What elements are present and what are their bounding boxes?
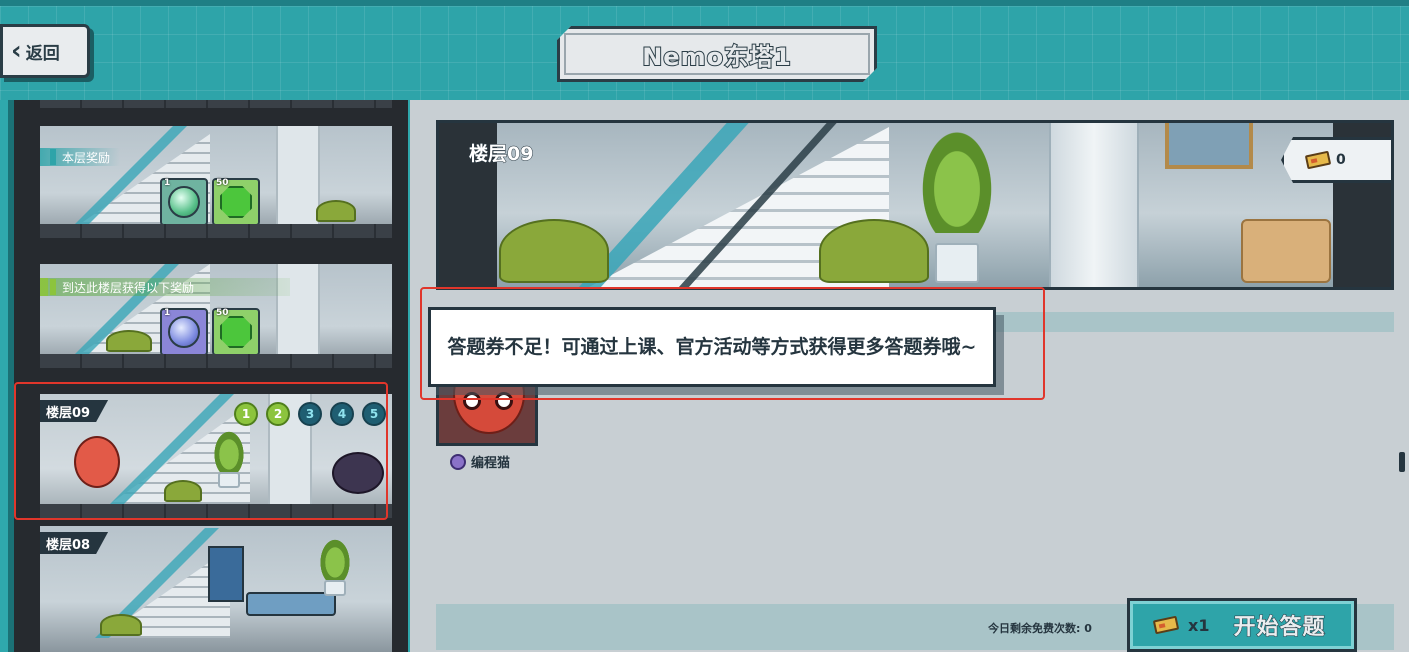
floor-09-tag: 楼层09 [40,400,108,422]
step-dot: 3 [298,402,322,426]
enemy-wolf-avatar [332,452,384,494]
start-cost: x1 [1188,615,1210,635]
vending-machine-decor [208,546,244,602]
reward-banner-label: 本层奖励 [62,150,111,165]
reward-item[interactable]: 1 [160,178,208,226]
floor-09[interactable]: 楼层09 1 2 3 4 5 [40,394,392,518]
tower-list[interactable]: 本层奖励 1 50 到达此楼层获得以下奖励 1 50 楼层09 1 2 3 4 … [8,100,408,652]
back-button[interactable]: ‹ 返回 [0,24,90,78]
reward-item[interactable]: 50 [212,308,260,356]
wall-picture-decor [1165,123,1253,169]
bush-decor [819,219,929,283]
reward-banner: 本层奖励 [40,148,121,166]
orb-helmet-icon [168,186,200,218]
plant-decor [917,123,997,283]
free-attempts-text: 今日剩余免费次数: 0 [988,622,1092,635]
plant-decor [212,428,246,488]
ticket-counter: 0 [1281,137,1391,183]
chevron-left-icon: ‹ [11,36,22,66]
floor-reach[interactable]: 到达此楼层获得以下奖励 1 50 [40,264,392,368]
character-label: 编程猫 [450,452,510,471]
bush-decor [164,480,202,502]
step-dot: 5 [362,402,386,426]
floor-scene: 楼层09 0 [436,120,1394,290]
bush-decor [106,330,152,352]
step-dot: 1 [234,402,258,426]
player-cat-avatar [74,436,120,488]
toast-message: 答题券不足！可通过上课、官方活动等方式获得更多答题券哦~ [447,336,977,358]
floor-08[interactable]: 楼层08 [40,526,392,652]
reward-item[interactable]: 50 [212,178,260,226]
character-rank-icon [450,453,466,470]
floor-08-tag: 楼层08 [40,532,108,554]
reward-item[interactable]: 1 [160,308,208,356]
cat-avatar [453,384,525,434]
step-dot: 2 [266,402,290,426]
bush-decor [100,614,142,636]
scrollbar-thumb[interactable] [1399,452,1405,472]
character-card[interactable] [436,384,538,446]
sofa-decor [1241,219,1331,283]
back-label: 返回 [25,43,60,64]
green-gem-icon [220,186,252,218]
reward-banner: 到达此楼层获得以下奖励 [40,278,290,296]
bush-decor [499,219,609,283]
plant-decor [318,536,352,596]
floor-upper[interactable]: 本层奖励 1 50 [40,126,392,238]
title-plate: Nemo东塔1 [557,26,877,82]
green-gem-icon [220,316,252,348]
ticket-icon [1152,615,1180,635]
start-label: 开始答题 [1233,615,1326,641]
start-answer-button[interactable]: x1 开始答题 [1127,598,1357,652]
floor-detail-title: 楼层09 [468,143,534,166]
floor-top-sliver [40,100,392,108]
ticket-count: 0 [1336,152,1346,168]
bush-decor [316,200,356,222]
insufficient-tickets-toast: 答题券不足！可通过上课、官方活动等方式获得更多答题券哦~ [428,307,996,387]
character-name: 编程猫 [471,456,511,471]
step-dot: 4 [330,402,354,426]
reward-banner-label: 到达此楼层获得以下奖励 [62,280,195,295]
page-title: Nemo东塔1 [642,42,792,71]
progress-steps: 1 2 3 4 5 [234,402,386,426]
magnifier-icon [168,316,200,348]
ticket-icon [1304,150,1332,170]
